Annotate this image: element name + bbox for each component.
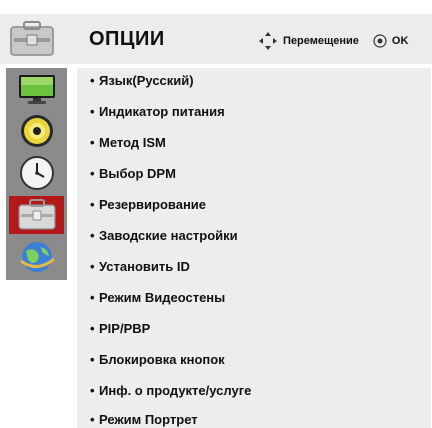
- sidebar-item-picture[interactable]: [9, 70, 64, 108]
- menu-item-key-lock[interactable]: • Блокировка кнопок: [90, 352, 225, 367]
- menu-item-label: Блокировка кнопок: [99, 352, 225, 367]
- menu-item-label: Язык(Русский): [99, 73, 194, 88]
- menu-item-language[interactable]: • Язык(Русский): [90, 73, 194, 88]
- sidebar-item-time[interactable]: [9, 154, 64, 192]
- menu-item-power-indicator[interactable]: • Индикатор питания: [90, 104, 225, 119]
- monitor-icon: [18, 75, 55, 104]
- menu-item-label: Режим Портрет: [99, 412, 198, 427]
- ok-icon: [373, 34, 387, 48]
- menu-item-label: Заводские настройки: [99, 228, 238, 243]
- menu-item-label: Режим Видеостены: [99, 290, 226, 305]
- menu-item-label: Установить ID: [99, 259, 190, 274]
- menu-item-ism-method[interactable]: • Метод ISM: [90, 135, 166, 150]
- toolbox-icon: [6, 16, 58, 62]
- menu-item-dpm-select[interactable]: • Выбор DPM: [90, 166, 176, 181]
- sidebar-item-audio[interactable]: [9, 112, 64, 150]
- navigate-arrows-icon: [259, 32, 277, 50]
- menu-item-label: Инф. о продукте/услуге: [99, 383, 252, 398]
- menu-item-backup[interactable]: • Резервирование: [90, 197, 206, 212]
- menu-item-label: PIP/PBP: [99, 321, 151, 336]
- globe-icon: [19, 242, 55, 272]
- menu-item-pip-pbp[interactable]: • PIP/PBP: [90, 321, 150, 336]
- menu-item-label: Выбор DPM: [99, 166, 176, 181]
- menu-item-factory-settings[interactable]: • Заводские настройки: [90, 228, 238, 243]
- toolbox-icon: [17, 199, 56, 230]
- ok-hint-label: OK: [391, 35, 409, 47]
- sidebar-item-network[interactable]: [9, 238, 64, 276]
- sidebar-item-options[interactable]: [9, 196, 64, 234]
- menu-header: ОПЦИИ Перемещение OK: [0, 14, 432, 64]
- menu-item-product-info[interactable]: • Инф. о продукте/услуге: [90, 383, 251, 398]
- nav-hint: Перемещение OK: [257, 31, 408, 51]
- menu-item-label: Индикатор питания: [99, 104, 225, 119]
- menu-item-set-id[interactable]: • Установить ID: [90, 259, 190, 274]
- menu-item-portrait-mode[interactable]: • Режим Портрет: [90, 412, 198, 427]
- menu-item-label: Метод ISM: [99, 135, 166, 150]
- speaker-icon: [20, 115, 53, 147]
- menu-item-video-wall[interactable]: • Режим Видеостены: [90, 290, 225, 305]
- move-hint-label: Перемещение: [283, 35, 359, 47]
- category-sidebar: [6, 68, 67, 280]
- page-title: ОПЦИИ: [89, 28, 165, 50]
- clock-icon: [19, 156, 54, 190]
- menu-item-label: Резервирование: [99, 197, 207, 212]
- options-panel: [77, 68, 431, 428]
